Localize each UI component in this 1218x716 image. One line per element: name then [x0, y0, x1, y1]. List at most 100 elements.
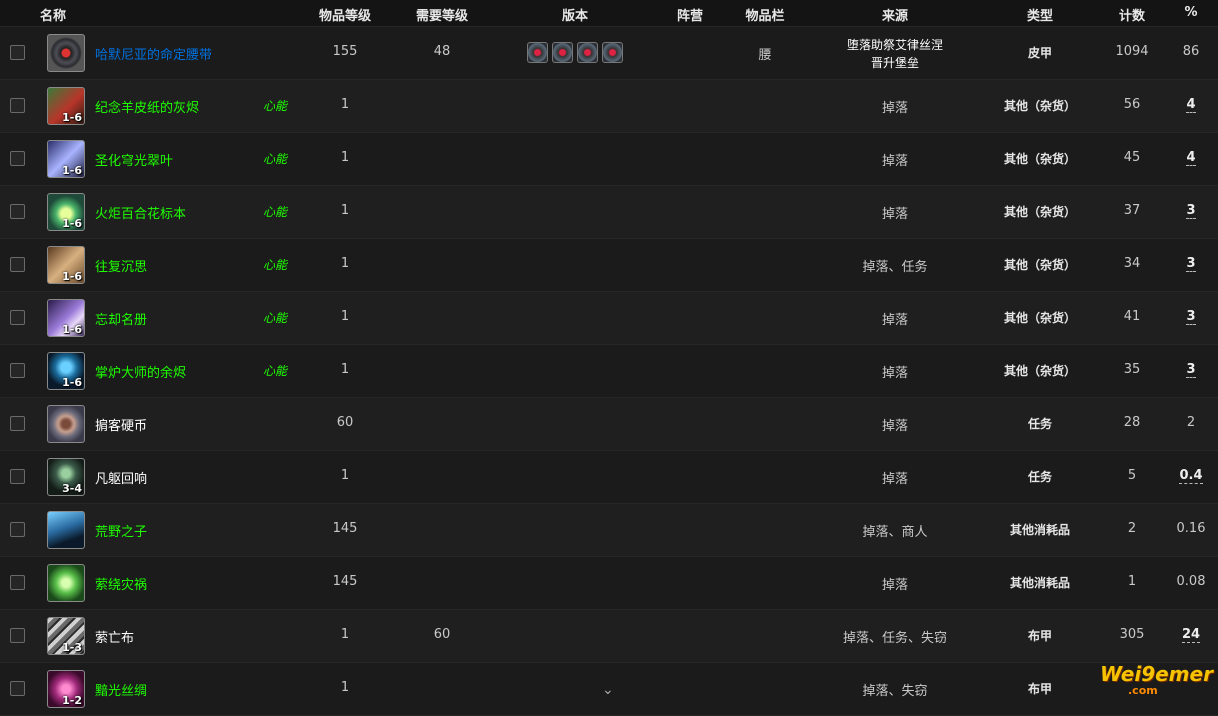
item-name[interactable]: 忘却名册: [95, 309, 147, 328]
ash-icon[interactable]: 1-6: [47, 87, 85, 125]
source-zone[interactable]: 晋升堡垒: [790, 54, 1000, 72]
drop-percent: 3: [1186, 203, 1196, 219]
table-row[interactable]: 荒野之子 145 掉落、商人 其他消耗品 2 0.16: [0, 504, 1218, 557]
table-row[interactable]: 3-4 凡躯回响 1 掉落 任务 5 0.4: [0, 451, 1218, 504]
ember-icon[interactable]: 1-6: [47, 352, 85, 390]
row-checkbox[interactable]: [10, 151, 25, 166]
version-gem-icon[interactable]: [577, 42, 598, 63]
drop-count: 35: [1123, 362, 1141, 377]
item-type: 任务: [1027, 470, 1052, 484]
item-type: 布甲: [1027, 629, 1052, 643]
item-level: 1: [340, 627, 350, 642]
row-checkbox[interactable]: [10, 45, 25, 60]
item-type: 其他（杂货）: [1003, 311, 1076, 325]
drop-percent: 4: [1186, 150, 1196, 166]
row-checkbox[interactable]: [10, 363, 25, 378]
row-checkbox[interactable]: [10, 575, 25, 590]
row-checkbox[interactable]: [10, 416, 25, 431]
required-level: 48: [433, 44, 451, 59]
table-row[interactable]: 1-6 忘却名册 心能 1 掉落 其他（杂货） 41 3: [0, 292, 1218, 345]
table-row[interactable]: 1-6 掌炉大师的余烬 心能 1 掉落 其他（杂货） 35 3: [0, 345, 1218, 398]
col-type[interactable]: 类型: [1010, 5, 1070, 24]
table-row[interactable]: 1-6 纪念羊皮纸的灰烬 心能 1 掉落 其他（杂货） 56 4: [0, 80, 1218, 133]
row-checkbox[interactable]: [10, 98, 25, 113]
watermark-brand: Wei9emer: [1100, 662, 1213, 686]
drop-count: 41: [1123, 309, 1141, 324]
version-gem-icon[interactable]: [602, 42, 623, 63]
item-name[interactable]: 圣化穹光翠叶: [95, 150, 173, 169]
col-percent[interactable]: %: [1176, 5, 1206, 20]
table-row[interactable]: 掮客硬币 60 掉落 任务 28 2: [0, 398, 1218, 451]
col-slot[interactable]: 物品栏: [735, 5, 795, 24]
col-req-level[interactable]: 需要等级: [402, 5, 482, 24]
version-gem-icon[interactable]: [527, 42, 548, 63]
item-source: 堕落助祭艾律丝涅 晋升堡垒: [790, 36, 1000, 72]
col-faction[interactable]: 阵营: [660, 5, 720, 24]
row-checkbox[interactable]: [10, 681, 25, 696]
belt-icon[interactable]: [47, 34, 85, 72]
item-name[interactable]: 掌炉大师的余烬: [95, 362, 186, 381]
scroll-icon[interactable]: 1-6: [47, 246, 85, 284]
item-name[interactable]: 荒野之子: [95, 521, 147, 540]
item-type: 其他（杂货）: [1003, 99, 1076, 113]
row-checkbox[interactable]: [10, 522, 25, 537]
row-checkbox[interactable]: [10, 469, 25, 484]
item-name[interactable]: 黯光丝绸: [95, 680, 147, 699]
item-level: 1: [340, 203, 350, 218]
item-type: 其他消耗品: [1009, 523, 1070, 537]
coin-icon[interactable]: [47, 405, 85, 443]
leaf-icon[interactable]: 1-6: [47, 140, 85, 178]
item-name[interactable]: 纪念羊皮纸的灰烬: [95, 97, 199, 116]
required-level: 60: [433, 627, 451, 642]
table-row[interactable]: 1-6 圣化穹光翠叶 心能 1 掉落 其他（杂货） 45 4: [0, 133, 1218, 186]
table-header: 名称 物品等级 需要等级 版本 阵营 物品栏 来源 类型 计数 %: [0, 0, 1218, 27]
item-type: 其他（杂货）: [1003, 364, 1076, 378]
item-level: 1: [340, 362, 350, 377]
item-type: 布甲: [1027, 682, 1052, 696]
col-source[interactable]: 来源: [860, 5, 930, 24]
item-name[interactable]: 火炬百合花标本: [95, 203, 186, 222]
table-row[interactable]: 1-6 往复沉思 心能 1 掉落、任务 其他（杂货） 34 3: [0, 239, 1218, 292]
item-type: 其他（杂货）: [1003, 152, 1076, 166]
item-name[interactable]: 哈默尼亚的命定腰带: [95, 44, 212, 63]
cloth-icon[interactable]: 1-3: [47, 617, 85, 655]
item-level: 155: [332, 44, 358, 59]
table-row[interactable]: 1-6 火炬百合花标本 心能 1 掉落 其他（杂货） 37 3: [0, 186, 1218, 239]
drop-percent: 3: [1186, 256, 1196, 272]
chevron-down-icon[interactable]: ⌄: [602, 682, 614, 698]
wolf-icon[interactable]: [47, 511, 85, 549]
item-level: 1: [340, 680, 350, 695]
lily-icon[interactable]: 1-6: [47, 193, 85, 231]
drop-percent: 3: [1186, 362, 1196, 378]
col-ilvl[interactable]: 物品等级: [305, 5, 385, 24]
row-checkbox[interactable]: [10, 204, 25, 219]
table-row[interactable]: 1-3 萦亡布 1 60 掉落、任务、失窃 布甲 305 24: [0, 610, 1218, 663]
watermark-domain: .com: [1128, 684, 1158, 697]
table-row[interactable]: 哈默尼亚的命定腰带 155 48 腰 堕落助祭艾律丝涅 晋升堡垒 皮甲 1094…: [0, 27, 1218, 80]
table-row[interactable]: 萦绕灾祸 145 掉落 其他消耗品 1 0.08: [0, 557, 1218, 610]
item-name[interactable]: 萦亡布: [95, 627, 134, 646]
col-version[interactable]: 版本: [545, 5, 605, 24]
item-name[interactable]: 萦绕灾祸: [95, 574, 147, 593]
item-source: 掉落、任务: [862, 260, 928, 275]
drop-percent: 86: [1182, 44, 1200, 59]
row-checkbox[interactable]: [10, 310, 25, 325]
row-checkbox[interactable]: [10, 257, 25, 272]
item-name[interactable]: 掮客硬币: [95, 415, 147, 434]
col-count[interactable]: 计数: [1102, 5, 1162, 24]
item-source: 掉落: [881, 207, 908, 222]
silk-icon[interactable]: 1-2: [47, 670, 85, 708]
item-level: 145: [332, 574, 358, 589]
item-name[interactable]: 凡躯回响: [95, 468, 147, 487]
ghost-icon[interactable]: 3-4: [47, 458, 85, 496]
item-source: 掉落: [881, 313, 908, 328]
col-name[interactable]: 名称: [40, 5, 66, 24]
row-checkbox[interactable]: [10, 628, 25, 643]
version-gem-icon[interactable]: [552, 42, 573, 63]
book-icon[interactable]: 1-6: [47, 299, 85, 337]
monster-icon[interactable]: [47, 564, 85, 602]
source-npc[interactable]: 堕落助祭艾律丝涅: [790, 36, 1000, 54]
item-level: 1: [340, 256, 350, 271]
item-name[interactable]: 往复沉思: [95, 256, 147, 275]
drop-count: 305: [1119, 627, 1145, 642]
